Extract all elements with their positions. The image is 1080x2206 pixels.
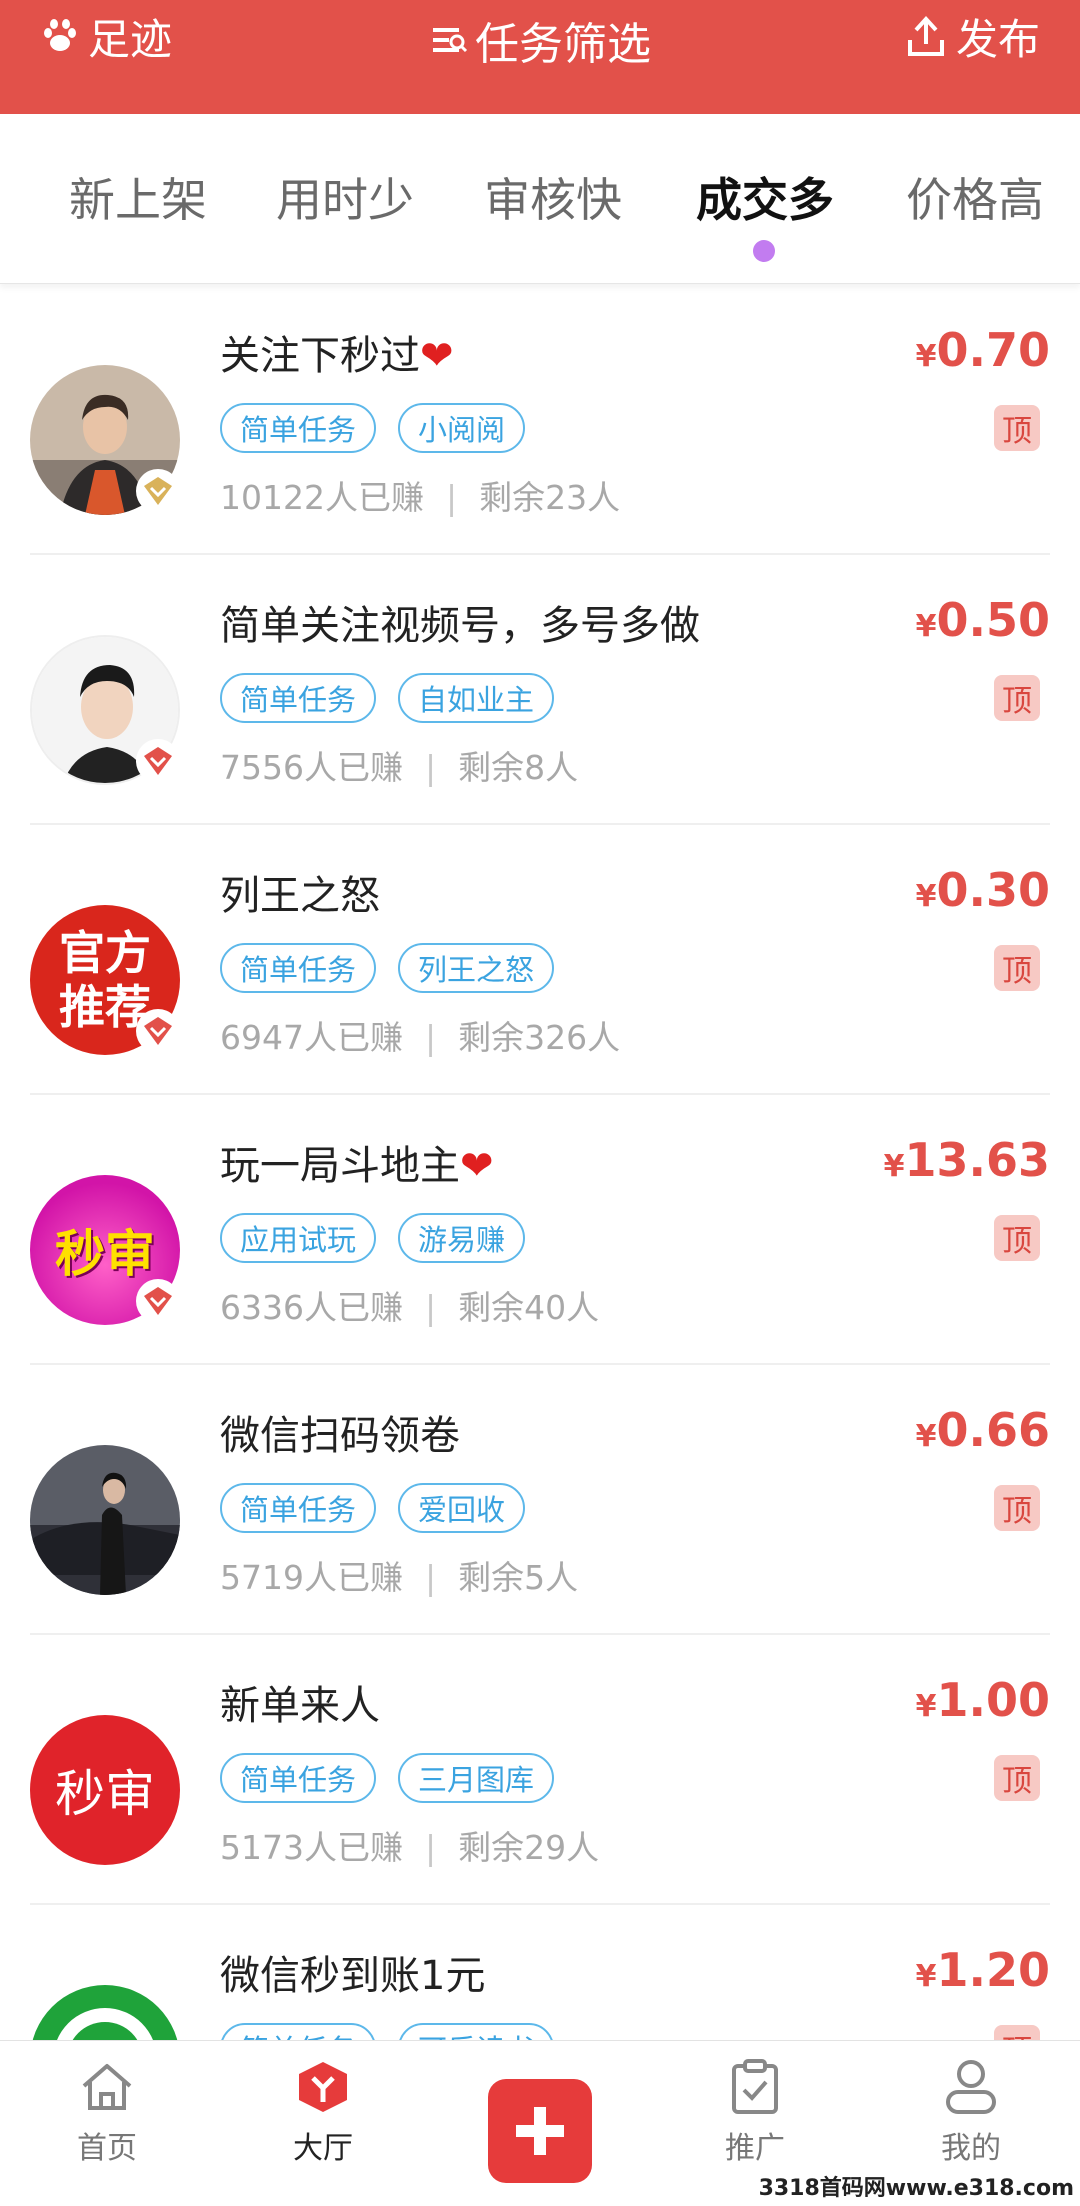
user-icon (946, 2060, 996, 2114)
tab-highest-price[interactable]: 价格高 (875, 164, 1075, 230)
tab-new-listing[interactable]: 新上架 (38, 164, 238, 230)
plus-icon (516, 2107, 564, 2155)
tab-less-time[interactable]: 用时少 (245, 164, 445, 230)
sort-tabs: 新上架 用时少 审核快 成交多 价格高 (0, 114, 1080, 284)
task-item[interactable]: 简单关注视频号，多号多做 简单任务 自如业主 7556人已赚 | 剩余8人 ¥0.5… (0, 555, 1080, 825)
task-item[interactable]: 秒审 新单来人 简单任务 三月图库 5173人已赚 | 剩余29人 ¥1.00 顶 (0, 1635, 1080, 1905)
task-tag: 简单任务 (220, 1483, 377, 1533)
task-price: ¥0.50 (915, 593, 1050, 647)
avatar-text: 秒审 (55, 1225, 155, 1283)
pin-badge: 顶 (994, 945, 1040, 991)
avatar-text: 秒审 (55, 1765, 155, 1823)
tab-fast-review[interactable]: 审核快 (453, 164, 653, 230)
nav-label: 首页 (77, 2131, 137, 2166)
heart-icon: ❤ (420, 333, 454, 379)
task-price: ¥0.66 (915, 1403, 1050, 1457)
task-item[interactable]: 关注下秒过❤ 简单任务 小阅阅 10122人已赚 | 剩余23人 ¥0.70 顶 (0, 285, 1080, 555)
avatar: 秒审 (30, 1715, 180, 1865)
task-list: 关注下秒过❤ 简单任务 小阅阅 10122人已赚 | 剩余23人 ¥0.70 顶 简… (0, 285, 1080, 2175)
add-task-button[interactable] (488, 2079, 592, 2183)
task-tag: 应用试玩 (220, 1213, 377, 1263)
home-icon (82, 2064, 132, 2110)
verified-badge (136, 469, 180, 513)
task-price: ¥13.63 (883, 1133, 1050, 1187)
task-title: 新单来人 (220, 1683, 380, 1729)
page-title: 任务筛选 (475, 19, 651, 70)
nav-label: 大厅 (293, 2131, 353, 2166)
pin-badge: 顶 (994, 405, 1040, 451)
task-stats: 6336人已赚 | 剩余40人 (220, 1288, 600, 1327)
task-tag: 自如业主 (398, 673, 555, 723)
tab-most-deals[interactable]: 成交多 (665, 164, 865, 230)
nav-mine[interactable]: 我的 (896, 2051, 1046, 2167)
avatar-text-line1: 官方 (59, 926, 151, 980)
pin-badge: 顶 (994, 1485, 1040, 1531)
task-tag: 简单任务 (220, 1753, 377, 1803)
nav-hall[interactable]: 大厅 (248, 2051, 398, 2167)
task-tag: 简单任务 (220, 673, 377, 723)
publish-label: 发布 (955, 14, 1040, 64)
verified-badge (136, 1279, 180, 1323)
nav-label: 我的 (941, 2131, 1001, 2166)
task-stats: 7556人已赚 | 剩余8人 (220, 748, 579, 787)
task-tag: 列王之怒 (398, 943, 555, 993)
task-tag: 简单任务 (220, 403, 377, 453)
task-stats: 5719人已赚 | 剩余5人 (220, 1558, 579, 1597)
task-item[interactable]: 官方 推荐 列王之怒 简单任务 列王之怒 6947人已赚 | 剩余326人 ¥0.3… (0, 825, 1080, 1095)
task-tag: 游易赚 (398, 1213, 526, 1263)
task-tag: 爱回收 (398, 1483, 526, 1533)
upload-icon (907, 16, 944, 56)
heart-icon: ❤ (460, 1143, 494, 1189)
verified-badge (136, 739, 180, 783)
task-title: 微信扫码领卷 (220, 1413, 460, 1459)
task-title: 玩一局斗地主❤ (220, 1143, 494, 1189)
task-item[interactable]: 秒审 玩一局斗地主❤ 应用试玩 游易赚 6336人已赚 | 剩余40人 ¥13.63… (0, 1095, 1080, 1365)
task-tag: 三月图库 (398, 1753, 555, 1803)
task-title: 简单关注视频号，多号多做 (220, 603, 700, 649)
filter-icon (433, 28, 468, 53)
pin-badge: 顶 (994, 1755, 1040, 1801)
task-price: ¥1.00 (915, 1673, 1050, 1727)
task-tag: 简单任务 (220, 943, 377, 993)
active-tab-indicator (753, 240, 775, 262)
pin-badge: 顶 (994, 1215, 1040, 1261)
nav-promote[interactable]: 推广 (680, 2051, 830, 2167)
avatar (30, 1445, 180, 1595)
task-price: ¥1.20 (915, 1943, 1050, 1997)
top-header: 足迹 任务筛选 发布 (0, 0, 1080, 114)
task-title: 关注下秒过❤ (220, 333, 454, 379)
task-tag: 小阅阅 (398, 403, 526, 453)
task-price: ¥0.30 (915, 863, 1050, 917)
task-item[interactable]: 微信扫码领卷 简单任务 爱回收 5719人已赚 | 剩余5人 ¥0.66 顶 (0, 1365, 1080, 1635)
task-price: ¥0.70 (915, 323, 1050, 377)
task-stats: 10122人已赚 | 剩余23人 (220, 478, 621, 517)
clipboard-icon (732, 2059, 778, 2114)
watermark: 3318首码网www.e318.com (758, 2170, 1074, 2202)
nav-label: 推广 (725, 2131, 785, 2166)
nav-home[interactable]: 首页 (32, 2051, 182, 2167)
task-stats: 6947人已赚 | 剩余326人 (220, 1018, 621, 1057)
task-stats: 5173人已赚 | 剩余29人 (220, 1828, 600, 1867)
publish-button[interactable]: 发布 (906, 6, 1040, 66)
task-title: 微信秒到账1元 (220, 1953, 486, 1999)
pin-badge: 顶 (994, 675, 1040, 721)
verified-badge (136, 1009, 180, 1053)
task-title: 列王之怒 (220, 873, 380, 919)
hall-icon (299, 2062, 347, 2112)
